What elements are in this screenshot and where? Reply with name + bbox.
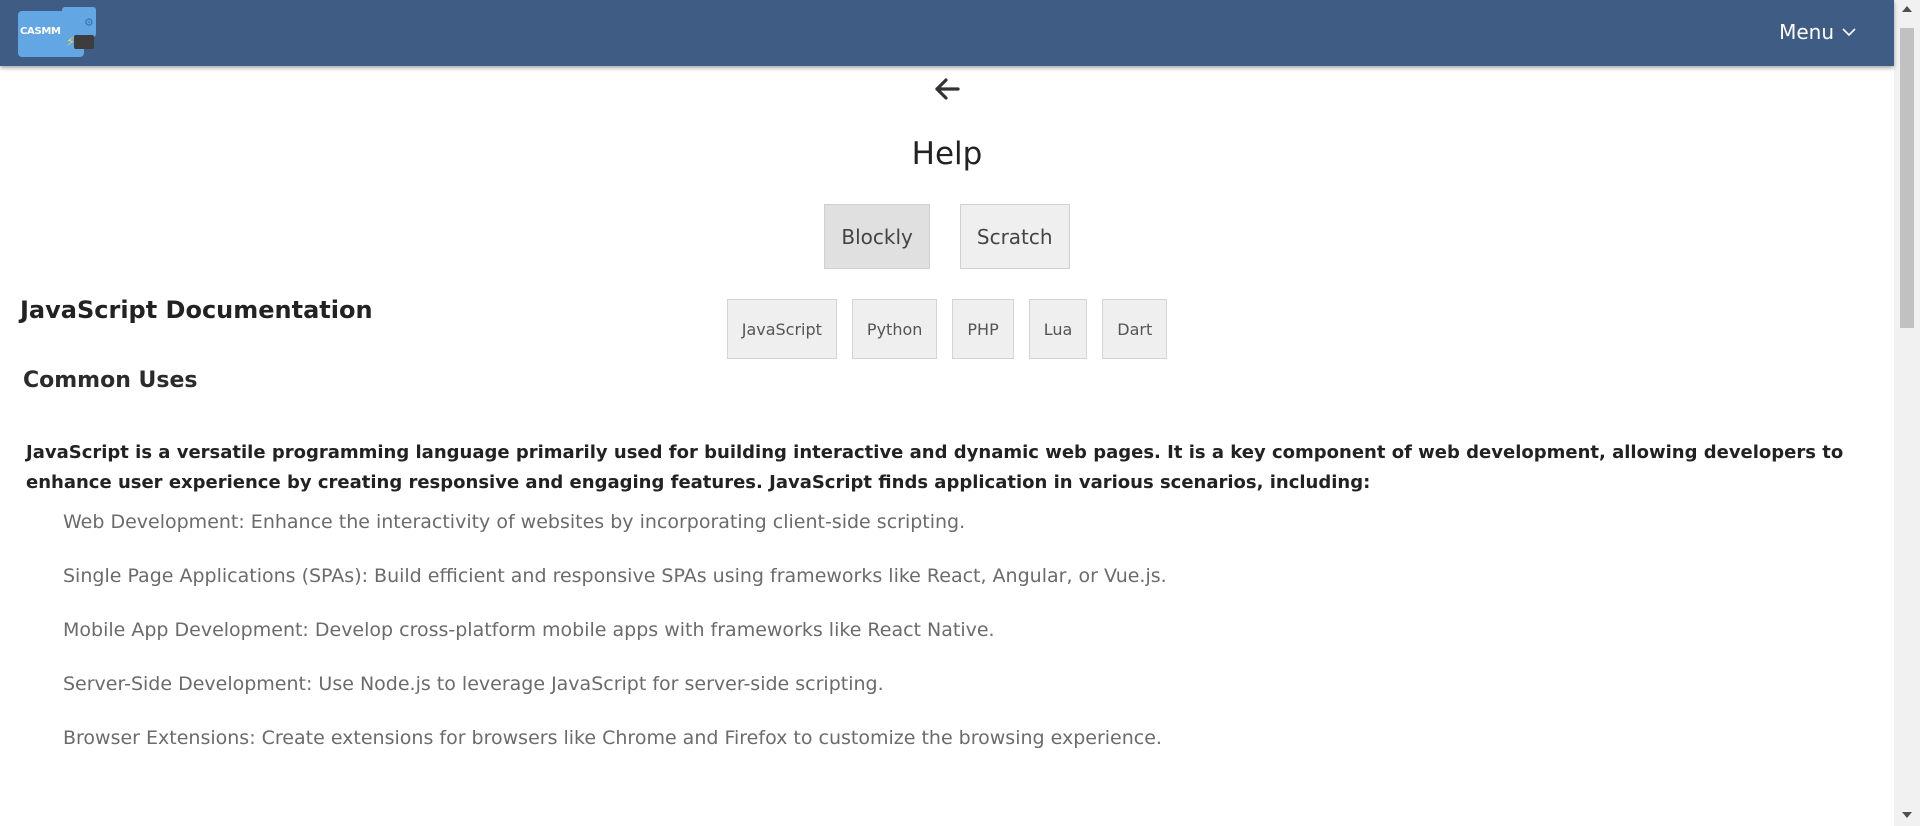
tab-scratch[interactable]: Scratch [959,204,1070,269]
uses-list: Web Development: Enhance the interactivi… [63,510,1167,780]
vertical-scrollbar[interactable] [1894,0,1920,826]
list-item: Single Page Applications (SPAs): Build e… [63,565,1167,587]
language-button-python[interactable]: Python [851,299,938,359]
language-button-php[interactable]: PHP [952,299,1014,359]
casmm-logo[interactable]: ⚙ ⚡ CASMM [18,7,98,59]
editor-tabs: Blockly Scratch [0,204,1894,269]
documentation-title: JavaScript Documentation [20,296,373,324]
list-item: Web Development: Enhance the interactivi… [63,511,966,533]
chevron-down-icon [1842,28,1856,37]
language-button-dart[interactable]: Dart [1102,299,1168,359]
gear-icon: ⚙ [84,16,94,29]
scroll-down-icon[interactable] [1902,812,1912,818]
scrollbar-thumb[interactable] [1900,28,1914,328]
scroll-up-icon[interactable] [1902,6,1912,12]
lightning-icon: ⚡ [66,35,76,50]
section-heading: Common Uses [23,368,198,393]
list-item: Mobile App Development: Develop cross-pl… [63,619,995,641]
top-navbar: ⚙ ⚡ CASMM Menu [0,0,1894,66]
arrow-left-icon[interactable] [934,77,960,101]
tab-blockly[interactable]: Blockly [824,204,930,269]
language-button-javascript[interactable]: JavaScript [726,299,837,359]
device-icon [74,35,94,49]
menu-button[interactable]: Menu [1779,20,1856,44]
list-item: Browser Extensions: Create extensions fo… [63,727,1162,749]
list-item: Server-Side Development: Use Node.js to … [63,673,884,695]
language-button-lua[interactable]: Lua [1028,299,1088,359]
logo-text: CASMM [20,26,61,37]
menu-label: Menu [1779,20,1834,44]
intro-paragraph: JavaScript is a versatile programming la… [26,442,1844,493]
page-title: Help [911,136,983,172]
